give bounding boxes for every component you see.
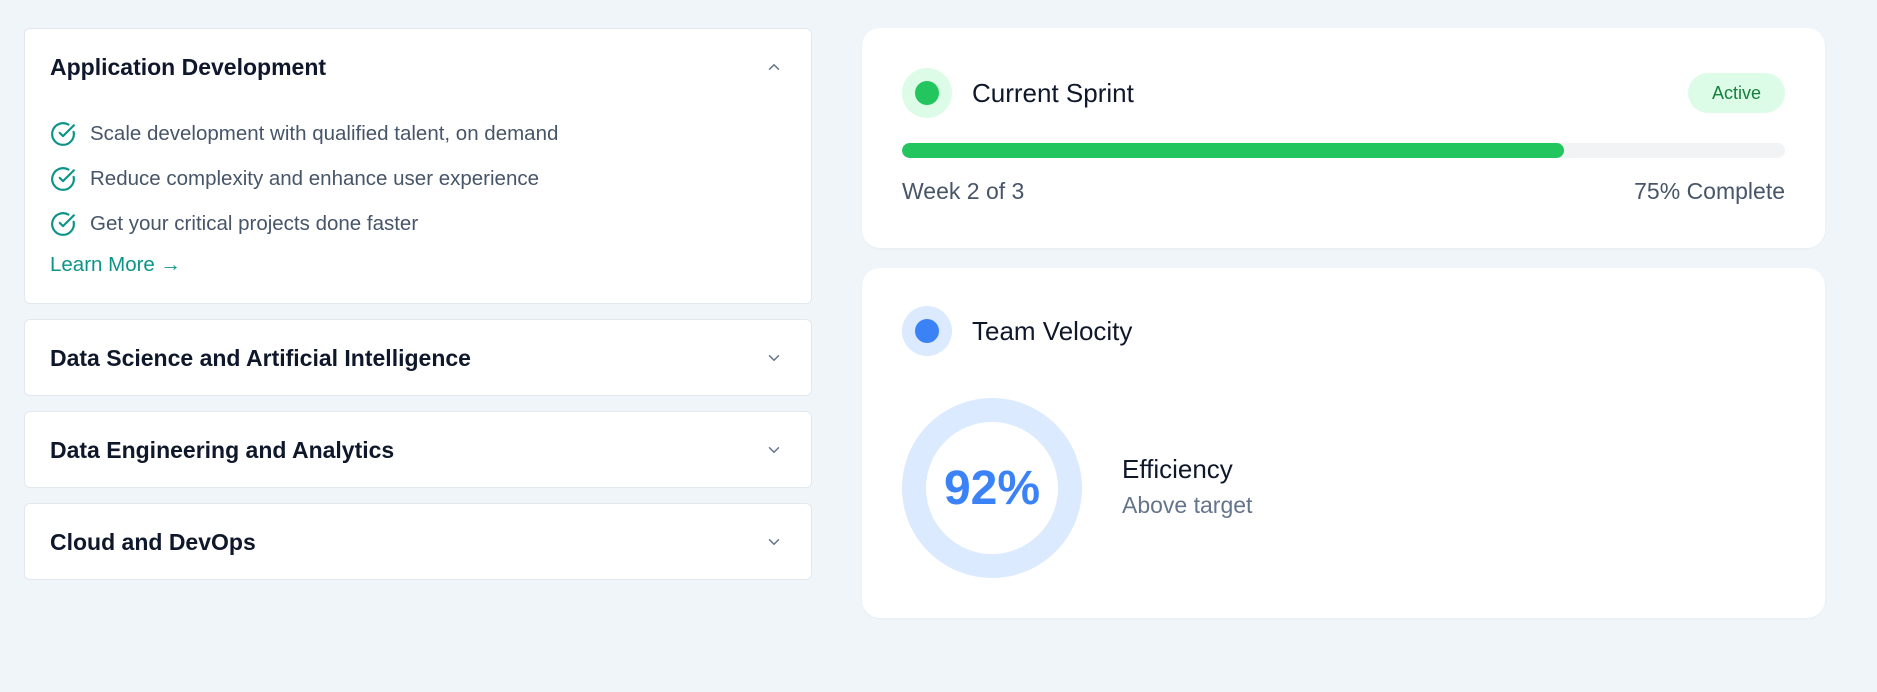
check-circle-icon [51,121,75,146]
progress-week-label: Week 2 of 3 [902,178,1025,204]
efficiency-value: 92% [943,461,1041,515]
team-velocity-card: Team Velocity 92% Efficiency Above targe… [862,268,1825,618]
sprint-progress-bar [902,143,1785,158]
chevron-up-icon[interactable] [765,58,783,76]
chevron-down-icon[interactable] [765,533,783,551]
accordion-item-data-science[interactable]: Data Science and Artificial Intelligence [24,319,812,396]
feature-text: Reduce complexity and enhance user exper… [90,166,539,190]
card-title: Current Sprint [972,78,1134,108]
list-item: Reduce complexity and enhance user exper… [50,156,558,201]
current-sprint-card: Current Sprint Active Week 2 of 3 75% Co… [862,28,1825,248]
card-title: Team Velocity [972,316,1133,346]
accordion-title[interactable]: Cloud and DevOps [50,529,256,556]
feature-text: Scale development with qualified talent,… [90,121,559,145]
feature-text: Get your critical projects done faster [90,211,419,235]
accordion-title[interactable]: Data Engineering and Analytics [50,437,394,464]
services-accordion: Application Development Scale developmen… [24,28,812,580]
accordion-title[interactable]: Data Science and Artificial Intelligence [50,345,471,372]
progress-percent-label: 75% Complete [1634,178,1785,204]
list-item: Scale development with qualified talent,… [50,111,558,156]
status-dot-icon [902,68,952,118]
accordion-item-application-development: Application Development Scale developmen… [24,28,812,304]
check-circle-icon [51,166,75,191]
efficiency-status: Above target [1122,492,1253,518]
accordion-title[interactable]: Application Development [50,54,326,81]
feature-list: Scale development with qualified talent,… [50,111,558,246]
learn-more-link[interactable]: Learn More → [50,253,181,277]
list-item: Get your critical projects done faster [50,201,558,246]
chevron-down-icon[interactable] [765,349,783,367]
accordion-item-cloud-devops[interactable]: Cloud and DevOps [24,503,812,580]
check-circle-icon [51,211,75,236]
chevron-down-icon[interactable] [765,441,783,459]
progress-fill [902,143,1565,158]
efficiency-label: Efficiency [1122,454,1233,484]
accordion-item-data-engineering[interactable]: Data Engineering and Analytics [24,411,812,488]
status-badge: Active [1687,73,1785,113]
status-dot-icon [902,306,952,356]
